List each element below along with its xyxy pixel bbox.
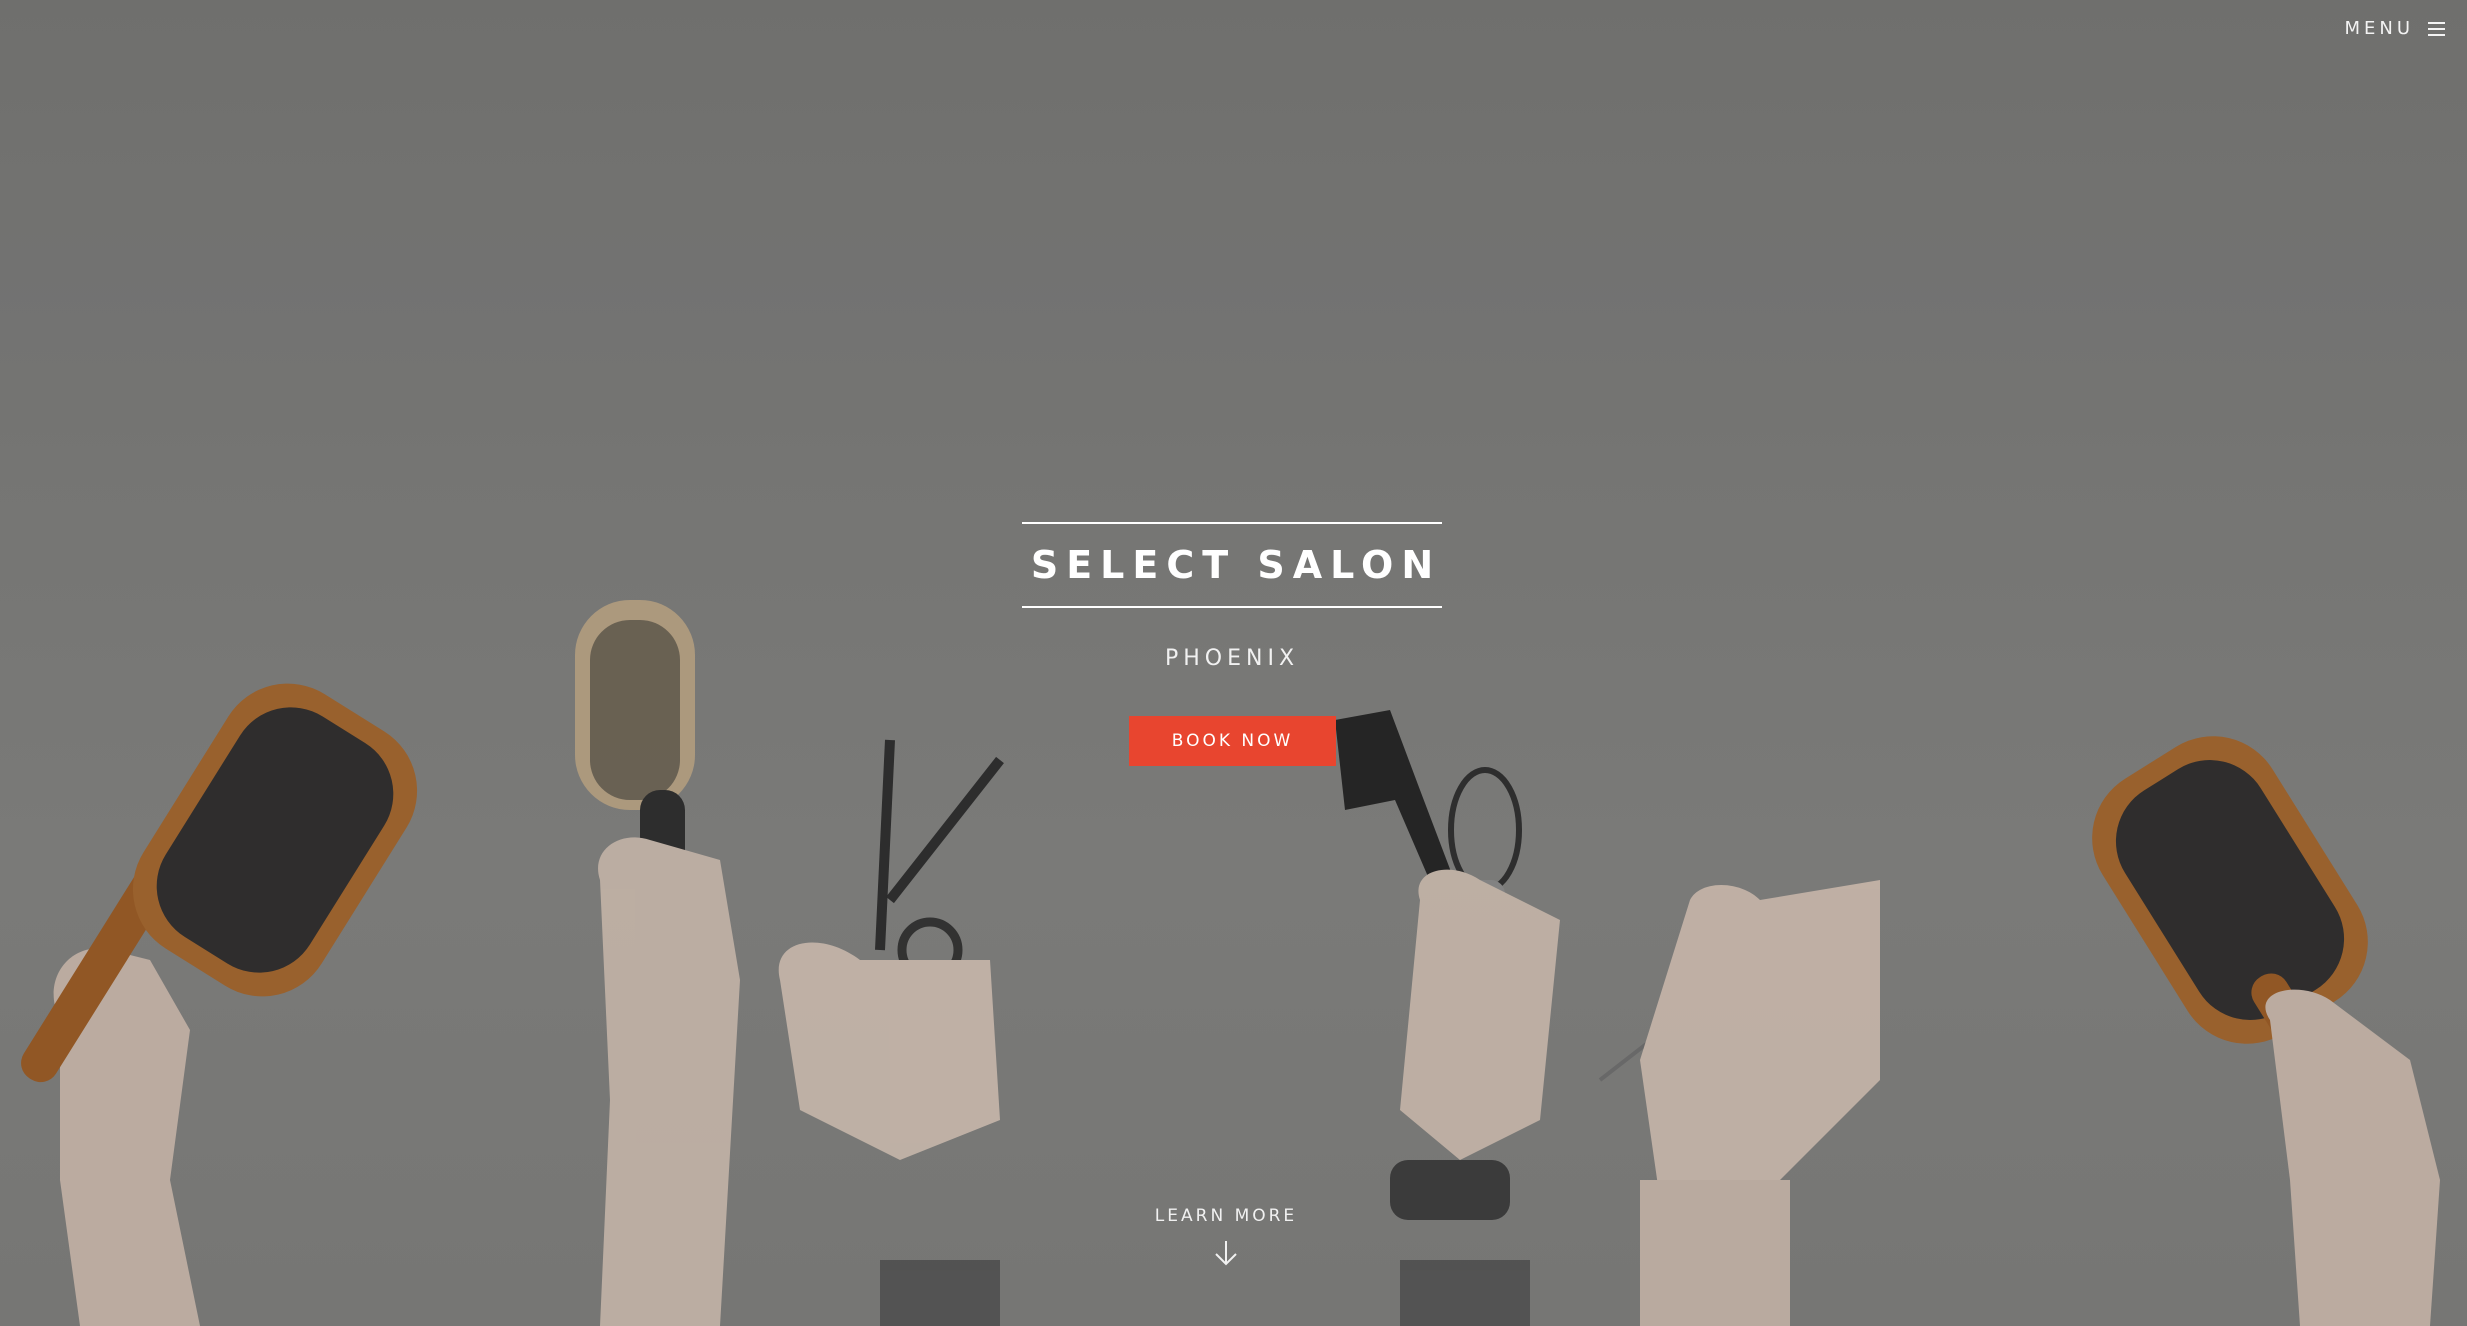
arrow-down-icon[interactable]: [1211, 1238, 1241, 1268]
hero-section: MENU SELECT SALON PHOENIX BOOK NOW LEARN…: [0, 0, 2467, 1326]
book-now-button[interactable]: BOOK NOW: [1129, 716, 1336, 766]
menu-label: MENU: [2344, 18, 2414, 39]
site-title-block: SELECT SALON: [1022, 522, 1442, 608]
learn-more-label: LEARN MORE: [1154, 1206, 1298, 1226]
menu-button[interactable]: MENU: [2344, 18, 2445, 39]
site-subtitle: PHOENIX: [1164, 646, 1300, 671]
learn-more-link[interactable]: LEARN MORE: [1126, 1206, 1326, 1268]
site-title: SELECT SALON: [1030, 543, 1442, 587]
hamburger-icon[interactable]: [2428, 21, 2445, 36]
